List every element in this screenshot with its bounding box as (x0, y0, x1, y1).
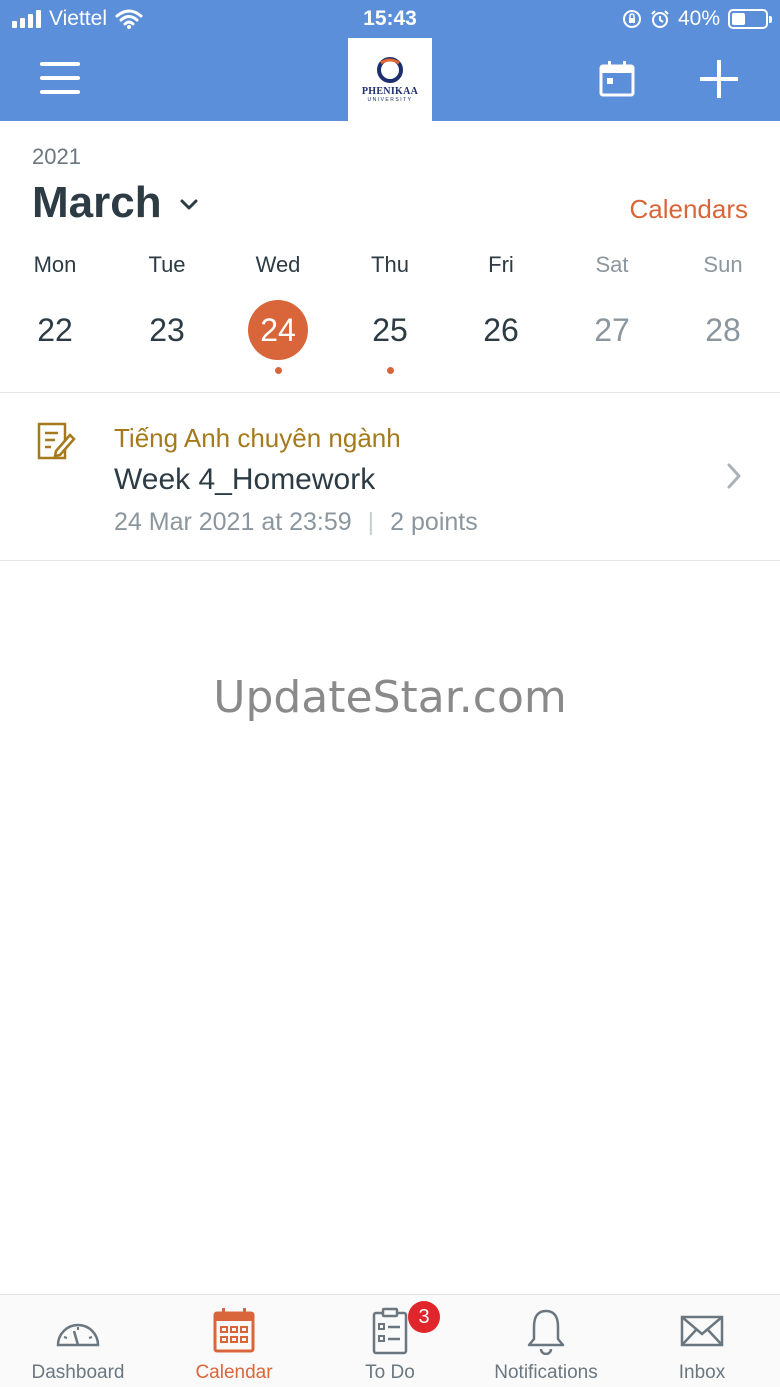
dashboard-icon (56, 1323, 100, 1347)
event-dot (274, 367, 282, 374)
event-dot (720, 367, 727, 374)
tab-calendar[interactable]: Calendar (156, 1295, 312, 1387)
battery-icon (728, 9, 772, 29)
calendar-picker-button[interactable] (598, 60, 636, 98)
envelope-icon (680, 1315, 724, 1347)
divider (0, 560, 780, 561)
assignment-icon (37, 422, 76, 460)
alarm-icon (651, 10, 669, 28)
year-label: 2021 (32, 144, 81, 169)
tab-notifications[interactable]: Notifications (468, 1295, 624, 1387)
tab-dashboard[interactable]: Dashboard (0, 1295, 156, 1387)
event-dot (609, 367, 616, 374)
event-dot (164, 367, 171, 374)
day-number: 27 (594, 312, 630, 348)
month-selector[interactable]: March (32, 178, 198, 228)
watermark-text: UpdateStar.com (213, 672, 567, 723)
day-number: 24 (248, 300, 308, 360)
menu-button[interactable] (40, 62, 80, 94)
todo-icon (372, 1307, 408, 1355)
day-name: Sat (595, 252, 629, 277)
day-wed[interactable]: Wed 24 (222, 250, 334, 374)
day-name: Thu (371, 252, 409, 277)
day-mon[interactable]: Mon 22 (0, 250, 111, 374)
event-due: 24 Mar 2021 at 23:59 (114, 508, 352, 536)
rotation-lock-icon (622, 10, 641, 28)
tab-label: Notifications (494, 1362, 598, 1383)
university-logo: PHENIKAA UNIVERSITY (348, 38, 432, 121)
day-number: 25 (372, 312, 408, 348)
logo-subtext: UNIVERSITY (367, 96, 413, 103)
battery-percent: 40% (677, 7, 720, 30)
day-sat[interactable]: Sat 27 (556, 250, 668, 374)
chevron-down-icon (180, 199, 198, 210)
bell-icon (527, 1309, 565, 1355)
chevron-right-icon (727, 463, 741, 489)
tab-label: To Do (365, 1362, 415, 1383)
day-name: Sun (703, 252, 743, 277)
meta-separator: | (367, 508, 375, 536)
event-dot (498, 367, 505, 374)
add-button[interactable] (698, 58, 740, 100)
event-dot (52, 367, 59, 374)
day-number: 22 (37, 312, 73, 348)
day-name: Wed (255, 252, 301, 277)
top-bar: Viettel 15:43 40% PHENIKAA UNIVERSITY (0, 0, 780, 121)
event-title: Week 4_Homework (114, 463, 376, 496)
day-name: Tue (148, 252, 186, 277)
day-number: 28 (705, 312, 741, 348)
day-thu[interactable]: Thu 25 (334, 250, 446, 374)
month-label: March (32, 178, 162, 227)
calendar-icon (213, 1308, 255, 1353)
day-sun[interactable]: Sun 28 (667, 250, 779, 374)
tab-inbox[interactable]: Inbox (624, 1295, 780, 1387)
logo-mark-icon (377, 56, 403, 83)
todo-count-badge: 3 (408, 1301, 440, 1333)
week-strip: Mon 22 Tue 23 Wed 24 Thu 25 Fri 26 Sat 27 Sun 28 (0, 250, 780, 392)
day-name: Mon (33, 252, 77, 277)
event-item[interactable]: Tiếng Anh chuyên ngành Week 4_Homework 2… (0, 393, 780, 560)
tab-todo[interactable]: To Do (312, 1295, 468, 1387)
event-course: Tiếng Anh chuyên ngành (114, 423, 401, 453)
day-fri[interactable]: Fri 26 (445, 250, 557, 374)
event-points: 2 points (390, 508, 478, 536)
logo-text: PHENIKAA (361, 85, 419, 97)
tab-bar: Dashboard Calendar To Do Notifications I… (0, 1294, 780, 1387)
tab-label: Inbox (678, 1362, 726, 1383)
day-number: 23 (149, 312, 185, 348)
tab-label: Calendar (195, 1362, 273, 1383)
day-name: Fri (488, 252, 514, 277)
status-bar: Viettel 15:43 40% (0, 0, 780, 40)
day-number: 26 (483, 312, 519, 348)
tab-label: Dashboard (31, 1362, 125, 1383)
event-meta: 24 Mar 2021 at 23:59 | 2 points (114, 508, 478, 537)
day-tue[interactable]: Tue 23 (111, 250, 223, 374)
event-dot (386, 367, 394, 374)
calendars-link[interactable]: Calendars (629, 194, 748, 225)
